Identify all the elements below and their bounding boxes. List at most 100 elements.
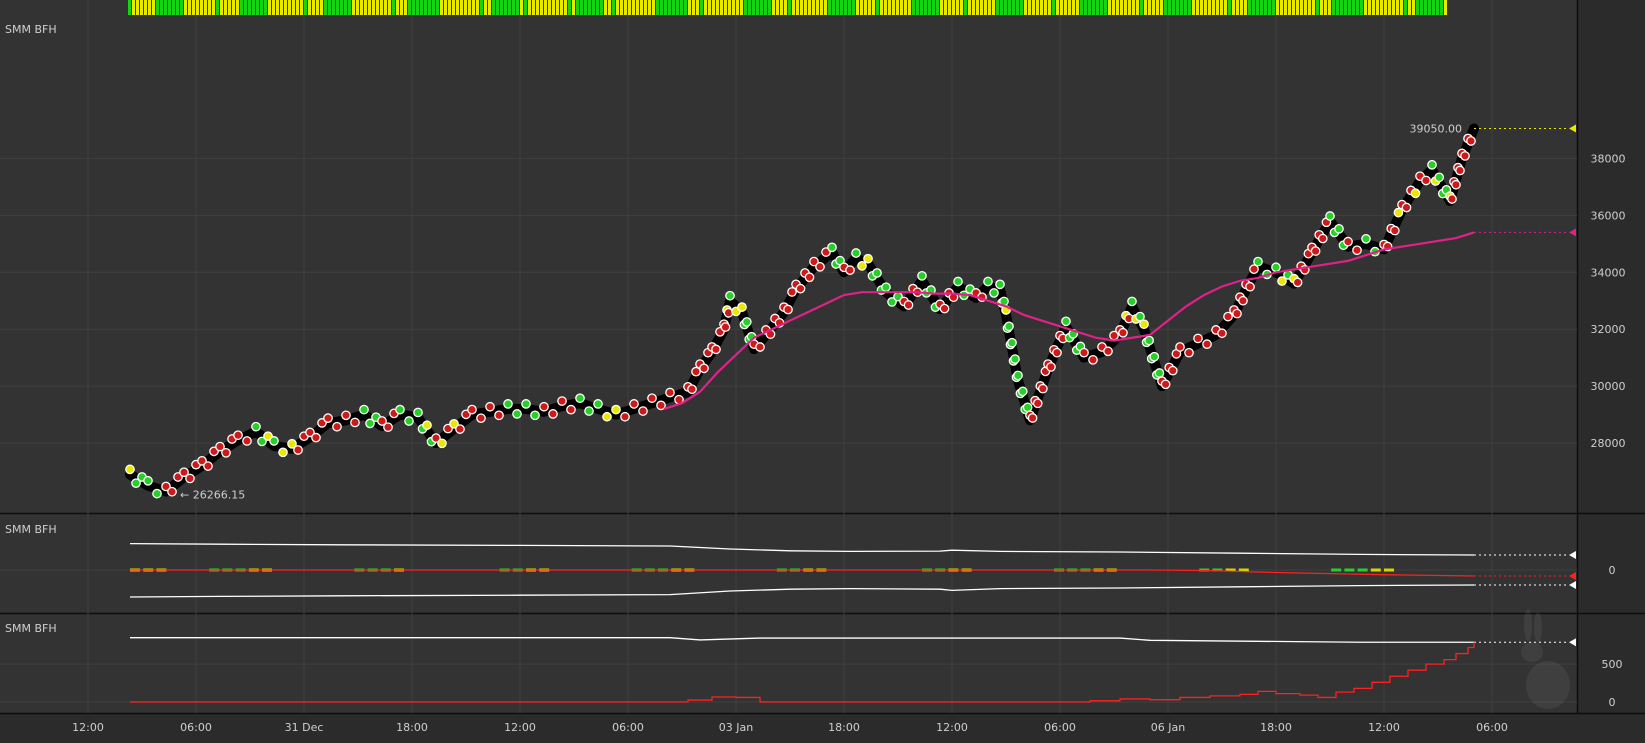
heat-bar <box>1324 0 1327 15</box>
price-marker <box>1149 351 1160 362</box>
price-marker <box>1175 342 1185 352</box>
heat-bar <box>912 0 915 15</box>
price-marker <box>1343 236 1353 247</box>
heat-bar <box>664 0 667 15</box>
price-marker <box>845 265 855 275</box>
price-marker <box>251 421 261 432</box>
heat-bar <box>304 0 307 15</box>
heat-bar <box>820 0 823 15</box>
heat-bar <box>1040 0 1043 15</box>
heat-bar <box>1084 0 1087 15</box>
heat-bar <box>816 0 819 15</box>
heat-bar <box>900 0 903 15</box>
heat-bar <box>384 0 387 15</box>
heat-bar <box>768 0 771 15</box>
heat-bar <box>220 0 223 15</box>
heat-bar <box>1284 0 1287 15</box>
heat-bar <box>408 0 411 15</box>
price-marker <box>242 436 252 446</box>
heat-bar <box>872 0 875 15</box>
price-marker <box>1022 402 1033 413</box>
heat-bar <box>1216 0 1219 15</box>
oscillator-tick <box>1357 568 1368 572</box>
price-marker <box>323 413 333 423</box>
price-marker <box>881 282 891 293</box>
heat-bar <box>344 0 347 15</box>
heat-bar <box>1332 0 1335 15</box>
heat-bar <box>564 0 567 15</box>
price-marker <box>863 253 873 264</box>
price-marker <box>995 279 1005 290</box>
heat-bar <box>1028 0 1031 15</box>
heat-bar <box>868 0 871 15</box>
heat-bar <box>1208 0 1211 15</box>
x-tick-label: 18:00 <box>396 721 428 734</box>
heat-bar <box>676 0 679 15</box>
heat-bar <box>1400 0 1403 15</box>
heat-bar <box>1144 0 1147 15</box>
heat-bar <box>1364 0 1367 15</box>
price-marker <box>413 407 423 418</box>
heat-bar <box>1184 0 1187 15</box>
heat-bar <box>1316 0 1319 15</box>
heat-bar <box>812 0 815 15</box>
price-marker <box>1271 262 1281 273</box>
heat-bar <box>240 0 243 15</box>
heat-bar <box>824 0 827 15</box>
price-marker <box>1427 159 1437 170</box>
price-marker <box>1139 319 1149 330</box>
heat-bar <box>144 0 147 15</box>
heat-bar <box>832 0 835 15</box>
heat-bar <box>1064 0 1067 15</box>
heat-bar <box>468 0 471 15</box>
heat-bar <box>1168 0 1171 15</box>
price-marker <box>1352 245 1362 256</box>
heat-bar <box>984 0 987 15</box>
heat-bar <box>580 0 583 15</box>
heat-bar <box>352 0 355 15</box>
heat-bar <box>932 0 935 15</box>
heat-bar <box>180 0 183 15</box>
heat-bar <box>1212 0 1215 15</box>
heat-bar <box>224 0 227 15</box>
price-marker <box>1317 233 1328 244</box>
heat-bar <box>852 0 855 15</box>
price-marker <box>1466 136 1476 146</box>
price-marker <box>485 401 495 412</box>
heat-bar <box>1044 0 1047 15</box>
heat-bar <box>1352 0 1355 15</box>
heat-bar <box>264 0 267 15</box>
heat-bar <box>828 0 831 15</box>
heat-bar <box>1292 0 1295 15</box>
heat-bar <box>740 0 743 15</box>
price-marker <box>1103 346 1113 357</box>
heat-bar <box>1392 0 1395 15</box>
price-marker <box>699 363 709 374</box>
heat-bar <box>388 0 391 15</box>
heat-bar <box>732 0 735 15</box>
price-marker <box>1410 188 1421 199</box>
heat-bar <box>660 0 663 15</box>
heat-bar <box>136 0 139 15</box>
heat-bar <box>796 0 799 15</box>
heat-bar <box>620 0 623 15</box>
heat-bar <box>148 0 151 15</box>
heat-bar <box>376 0 379 15</box>
heat-bar <box>840 0 843 15</box>
heat-bar <box>1116 0 1119 15</box>
heat-bar <box>792 0 795 15</box>
heat-bar <box>800 0 803 15</box>
heat-bar <box>1264 0 1267 15</box>
y-tick-label: 32000 <box>1591 323 1626 336</box>
price-marker <box>152 488 162 499</box>
heat-bar <box>168 0 171 15</box>
heat-bar <box>1308 0 1311 15</box>
heat-bar <box>292 0 295 15</box>
price-marker <box>1253 256 1263 267</box>
heat-bar <box>596 0 599 15</box>
price-marker <box>584 406 594 416</box>
heat-bar <box>428 0 431 15</box>
heat-bar <box>368 0 371 15</box>
heat-bar <box>1224 0 1227 15</box>
heat-bar <box>668 0 671 15</box>
